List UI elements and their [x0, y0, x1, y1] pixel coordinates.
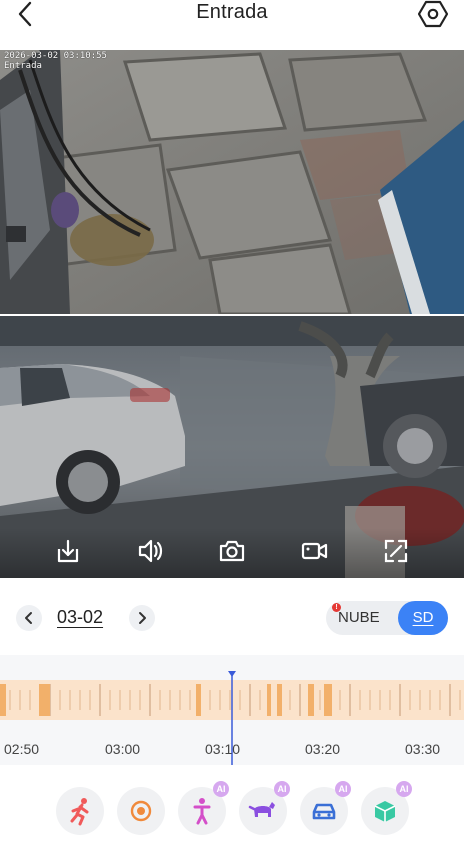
target-icon	[130, 800, 152, 822]
osd-timestamp: 2026-03-02 03:10:55	[4, 51, 107, 61]
settings-icon[interactable]	[418, 0, 448, 28]
next-day-chevron-icon[interactable]	[129, 605, 155, 631]
running-person-icon	[70, 798, 89, 826]
event-marker[interactable]	[277, 684, 282, 716]
camera-snapshot-icon[interactable]	[218, 537, 246, 565]
camera-1-image	[0, 50, 464, 314]
timeline-label: 03:20	[305, 741, 341, 757]
fullscreen-icon[interactable]	[382, 537, 410, 565]
event-marker[interactable]	[196, 684, 201, 716]
cloud-alert-dot: !	[332, 603, 341, 612]
camera-osd: 2026-03-02 03:10:55 Entrada	[4, 51, 107, 71]
ai-badge: AI	[213, 781, 229, 797]
timeline-label: 02:50	[4, 741, 40, 757]
ai-badge: AI	[274, 781, 290, 797]
download-icon[interactable]	[54, 537, 82, 565]
ai-badge: AI	[335, 781, 351, 797]
ai-badge: AI	[396, 781, 412, 797]
speaker-icon[interactable]	[136, 537, 164, 565]
osd-channel-name: Entrada	[4, 61, 42, 71]
camera-feed-1[interactable]: 2026-03-02 03:10:55 Entrada	[0, 50, 464, 314]
storage-option-sd[interactable]: SD	[398, 601, 448, 635]
record-video-icon[interactable]	[300, 537, 328, 565]
event-marker[interactable]	[267, 684, 271, 716]
selected-date[interactable]: 03-02	[57, 607, 103, 628]
event-marker[interactable]	[308, 684, 314, 716]
timeline-track[interactable]	[0, 670, 464, 732]
motion-filter-button[interactable]	[56, 787, 104, 835]
event-marker[interactable]	[324, 684, 332, 716]
timeline-label: 03:00	[105, 741, 141, 757]
page-title: Entrada	[196, 1, 268, 23]
event-marker[interactable]	[0, 684, 6, 716]
prev-day-chevron-icon[interactable]	[16, 605, 42, 631]
storage-option-nube[interactable]: NUBE	[338, 609, 380, 626]
all-events-filter-button[interactable]	[117, 787, 165, 835]
top-bar: Entrada	[0, 0, 464, 50]
playback-timeline[interactable]: 02:50 03:00 03:10 03:20 03:30	[0, 655, 464, 765]
playhead-marker[interactable]	[228, 671, 236, 677]
timeline-label: 03:10	[205, 741, 241, 757]
timeline-label: 03:30	[405, 741, 441, 757]
event-marker[interactable]	[39, 684, 50, 716]
